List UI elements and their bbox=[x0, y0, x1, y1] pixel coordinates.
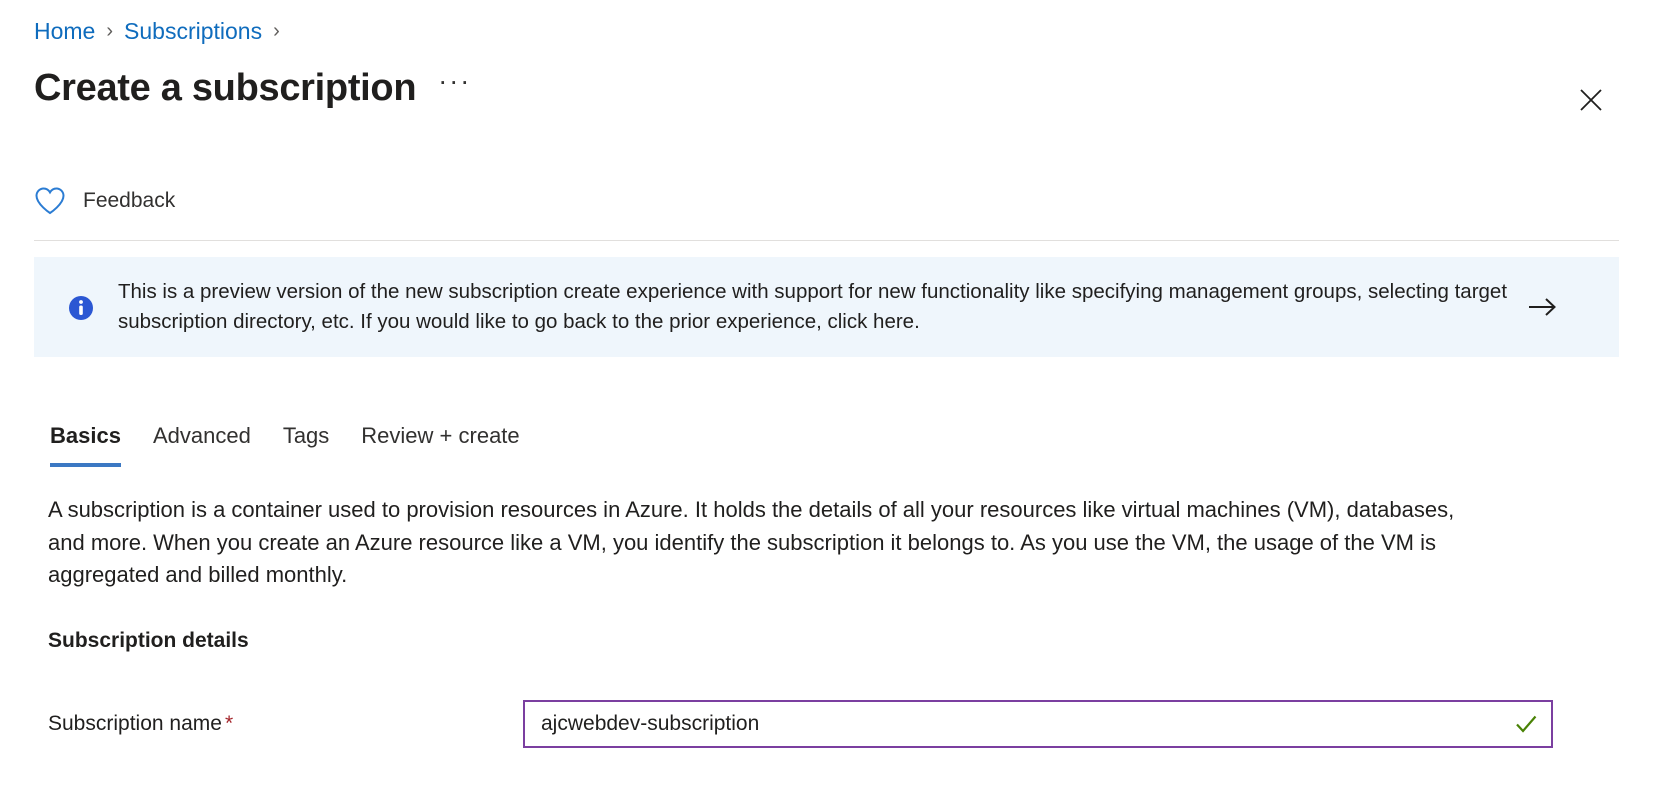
close-icon bbox=[1580, 89, 1602, 111]
tab-tags[interactable]: Tags bbox=[267, 415, 345, 467]
subscription-name-field[interactable] bbox=[523, 700, 1553, 748]
intro-paragraph: A subscription is a container used to pr… bbox=[48, 497, 1455, 587]
tab-advanced-label: Advanced bbox=[152, 423, 251, 448]
more-options-icon[interactable]: ··· bbox=[438, 68, 471, 105]
breadcrumb-separator-trailing-icon: › bbox=[273, 20, 280, 42]
heart-icon bbox=[34, 185, 66, 217]
form-row-subscription-name: Subscription name * bbox=[48, 700, 1558, 748]
page-title-row: Create a subscription ··· bbox=[34, 62, 471, 114]
tab-list: Basics Advanced Tags Review + create bbox=[34, 415, 536, 467]
tab-advanced[interactable]: Advanced bbox=[137, 415, 267, 467]
banner-action-button[interactable] bbox=[1523, 287, 1563, 327]
breadcrumb: Home › Subscriptions › bbox=[34, 16, 291, 46]
page-title: Create a subscription bbox=[34, 67, 417, 109]
command-bar-divider bbox=[34, 240, 1619, 241]
subscription-name-input[interactable] bbox=[525, 702, 1551, 746]
close-button[interactable] bbox=[1570, 79, 1612, 121]
tab-review-create[interactable]: Review + create bbox=[345, 415, 535, 467]
required-marker: * bbox=[224, 712, 234, 735]
tab-basics[interactable]: Basics bbox=[34, 415, 137, 467]
feedback-button[interactable]: Feedback bbox=[34, 185, 175, 217]
subscription-name-label-text: Subscription name bbox=[48, 712, 222, 735]
breadcrumb-item-subscriptions[interactable]: Subscriptions bbox=[124, 16, 262, 46]
tab-basics-label: Basics bbox=[50, 423, 121, 448]
info-icon bbox=[68, 295, 94, 321]
tab-review-create-label: Review + create bbox=[361, 423, 520, 448]
feedback-label: Feedback bbox=[83, 189, 176, 212]
subscription-name-label: Subscription name * bbox=[48, 712, 523, 736]
banner-text: This is a preview version of the new sub… bbox=[118, 280, 1508, 333]
breadcrumb-item-home[interactable]: Home bbox=[34, 16, 95, 46]
preview-info-banner: This is a preview version of the new sub… bbox=[34, 257, 1619, 357]
arrow-right-icon bbox=[1529, 298, 1556, 316]
section-heading-subscription-details: Subscription details bbox=[48, 629, 249, 652]
breadcrumb-separator-icon: › bbox=[106, 20, 114, 42]
tab-tags-label: Tags bbox=[282, 423, 330, 448]
